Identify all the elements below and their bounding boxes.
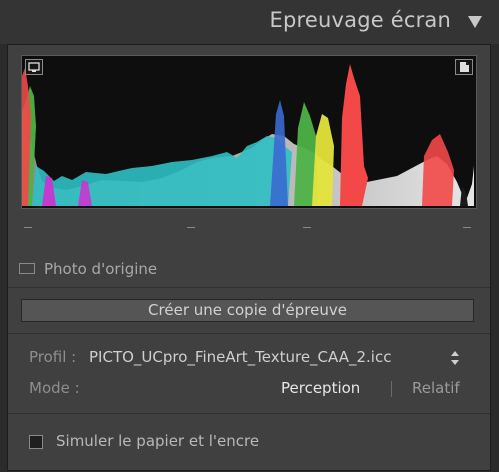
yellow-channel	[312, 114, 334, 206]
updown-stepper-icon[interactable]	[451, 351, 459, 365]
mode-label: Mode :	[29, 379, 80, 397]
divider	[8, 287, 490, 288]
create-proof-copy-button[interactable]: Créer une copie d'épreuve	[21, 299, 474, 322]
simulate-paper-ink-checkbox[interactable]	[29, 435, 43, 449]
divider	[8, 333, 490, 334]
histogram[interactable]	[21, 55, 477, 209]
red-highlight	[422, 134, 454, 206]
cyan-channel	[32, 136, 292, 206]
panel-title[interactable]: Epreuvage écran	[270, 8, 452, 32]
profile-select[interactable]: PICTO_UCpro_FineArt_Texture_CAA_2.icc	[89, 348, 391, 366]
monitor-icon[interactable]	[25, 59, 43, 75]
histogram-tick	[24, 227, 32, 228]
histogram-tick	[463, 227, 471, 228]
panel-header[interactable]: Epreuvage écran	[0, 0, 499, 44]
mode-separator	[391, 381, 392, 397]
mode-row: Mode : Perception Relatif	[29, 379, 479, 399]
original-photo-checkbox[interactable]	[19, 263, 35, 274]
mode-option-relatif[interactable]: Relatif	[412, 379, 460, 397]
original-photo-label[interactable]: Photo d'origine	[44, 260, 157, 278]
simulate-paper-ink-label[interactable]: Simuler le papier et l'encre	[56, 432, 259, 450]
triangle-down-icon[interactable]	[468, 16, 482, 28]
document-icon[interactable]	[455, 59, 473, 75]
histogram-graph	[22, 64, 474, 206]
soft-proofing-panel: Photo d'origine Créer une copie d'épreuv…	[7, 44, 491, 471]
histogram-tick	[187, 227, 195, 228]
divider	[8, 413, 490, 414]
clipped-highlight	[460, 186, 468, 206]
profile-row: Profil : PICTO_UCpro_FineArt_Texture_CAA…	[29, 348, 479, 368]
histogram-tick	[303, 227, 311, 228]
mode-option-perception[interactable]: Perception	[281, 379, 360, 397]
profile-label: Profil :	[29, 348, 77, 366]
red-peak	[340, 64, 368, 206]
